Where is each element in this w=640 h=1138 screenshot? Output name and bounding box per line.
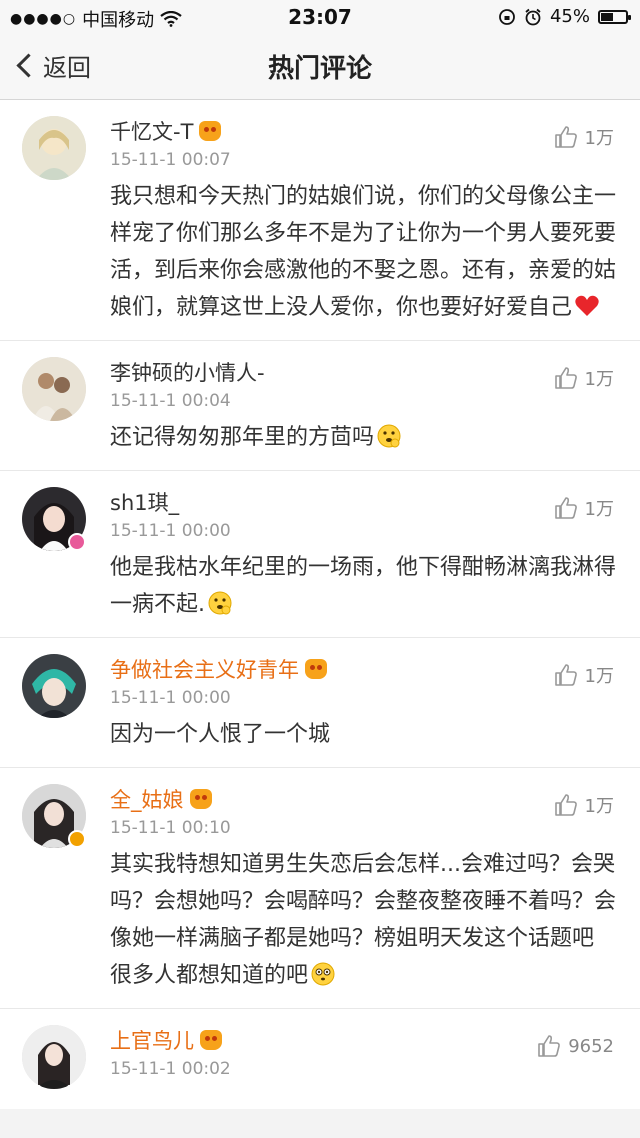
like-button[interactable]: 1万: [553, 365, 614, 391]
timestamp: 15-11-1 00:07: [110, 150, 231, 170]
comment-item: 全_姑娘 15-11-1 00:10 其实我特想知道男生失恋后会怎样...会难过…: [0, 768, 640, 1009]
avatar[interactable]: [22, 357, 86, 421]
battery-icon: [598, 9, 631, 24]
like-button[interactable]: 1万: [553, 124, 614, 150]
thumbs-up-icon: [554, 794, 577, 816]
avatar[interactable]: [22, 654, 86, 718]
name-row: sh1琪_: [110, 487, 618, 517]
thumbs-up-icon: [554, 126, 577, 148]
thumbs-up-icon: [554, 367, 577, 389]
like-button[interactable]: 1万: [553, 662, 614, 688]
like-count: 9652: [568, 1035, 614, 1057]
comment-item: 争做社会主义好青年 15-11-1 00:00 因为一个人恨了一个城 1万: [0, 638, 640, 768]
like-count: 1万: [584, 128, 614, 149]
name-row: 争做社会主义好青年: [110, 654, 618, 684]
comment-text: 他是我枯水年纪里的一场雨，他下得酣畅淋漓我淋得一病不起.: [110, 549, 618, 623]
timestamp: 15-11-1 00:04: [110, 391, 231, 411]
comment-item: sh1琪_ 15-11-1 00:00 他是我枯水年纪里的一场雨，他下得酣畅淋漓…: [0, 471, 640, 638]
like-count: 1万: [584, 369, 614, 390]
comment-item: 千忆文-T 15-11-1 00:07 我只想和今天热门的姑娘们说，你们的父母像…: [0, 100, 640, 341]
thumbs-up-icon: [554, 664, 577, 686]
comment-text: 还记得匆匆那年里的方茴吗: [110, 419, 618, 456]
username[interactable]: sh1琪_: [110, 487, 179, 517]
status-right: 45%: [498, 6, 631, 27]
vip-crown-icon: [199, 121, 222, 141]
status-bar: ●●●●○ 中国移动 23:07 45%: [0, 0, 640, 34]
username[interactable]: 全_姑娘: [110, 784, 184, 814]
like-count: 1万: [584, 499, 614, 520]
vip-crown-icon: [189, 789, 212, 809]
thumbs-up-icon: [554, 497, 577, 519]
comment-text-body: 我只想和今天热门的姑娘们说，你们的父母像公主一样宠了你们那么多年不是为了让你为一…: [110, 184, 617, 320]
like-button[interactable]: 9652: [536, 1033, 614, 1059]
username[interactable]: 上官鸟儿: [110, 1025, 194, 1055]
verified-badge-icon: [68, 830, 86, 848]
comment-text: 其实我特想知道男生失恋后会怎样...会难过吗？会哭吗？会想她吗？会喝醉吗？会整夜…: [110, 846, 618, 994]
timestamp: 15-11-1 00:10: [110, 818, 231, 838]
battery-level: [601, 12, 613, 21]
comment-list: 千忆文-T 15-11-1 00:07 我只想和今天热门的姑娘们说，你们的父母像…: [0, 100, 640, 1109]
timestamp: 15-11-1 00:00: [110, 688, 231, 708]
comment-text: 我只想和今天热门的姑娘们说，你们的父母像公主一样宠了你们那么多年不是为了让你为一…: [110, 178, 618, 326]
verified-badge-icon: [68, 533, 86, 551]
username[interactable]: 李钟硕的小情人-: [110, 357, 265, 387]
like-button[interactable]: 1万: [553, 495, 614, 521]
comment-text: 因为一个人恨了一个城: [110, 722, 331, 747]
comment-text-body: 他是我枯水年纪里的一场雨，他下得酣畅淋漓我淋得一病不起.: [110, 555, 617, 617]
username[interactable]: 千忆文-T: [110, 116, 193, 146]
alarm-clock-icon: [525, 8, 541, 25]
rotation-lock-icon: [499, 8, 515, 25]
thinking-emoji-icon: [377, 424, 401, 448]
name-row: 千忆文-T: [110, 116, 618, 146]
comment-item: 上官鸟儿 15-11-1 00:02 9652: [0, 1009, 640, 1109]
timestamp: 15-11-1 00:02: [110, 1059, 231, 1079]
heart-icon: [575, 295, 599, 316]
comment-item: 李钟硕的小情人- 15-11-1 00:04 还记得匆匆那年里的方茴吗 1万: [0, 341, 640, 471]
avatar[interactable]: [22, 1025, 86, 1089]
vip-crown-icon: [200, 1030, 222, 1050]
vip-crown-icon: [305, 659, 327, 679]
battery-percent: 45%: [549, 6, 590, 27]
name-row: 李钟硕的小情人-: [110, 357, 618, 387]
comment-text-body: 还记得匆匆那年里的方茴吗: [110, 425, 375, 450]
thinking-emoji-icon: [208, 591, 232, 615]
like-count: 1万: [584, 666, 614, 687]
like-count: 1万: [584, 796, 614, 817]
like-button[interactable]: 1万: [553, 792, 614, 818]
comment-text-body: 其实我特想知道男生失恋后会怎样...会难过吗？会哭吗？会想她吗？会喝醉吗？会整夜…: [110, 852, 617, 988]
nav-bar: 返回 热门评论: [0, 34, 640, 100]
flushed-emoji-icon: [311, 962, 335, 986]
name-row: 全_姑娘: [110, 784, 618, 814]
username[interactable]: 争做社会主义好青年: [110, 654, 299, 684]
thumbs-up-icon: [538, 1035, 561, 1057]
page-title: 热门评论: [267, 54, 372, 84]
avatar[interactable]: [22, 116, 86, 180]
timestamp: 15-11-1 00:00: [110, 521, 231, 541]
